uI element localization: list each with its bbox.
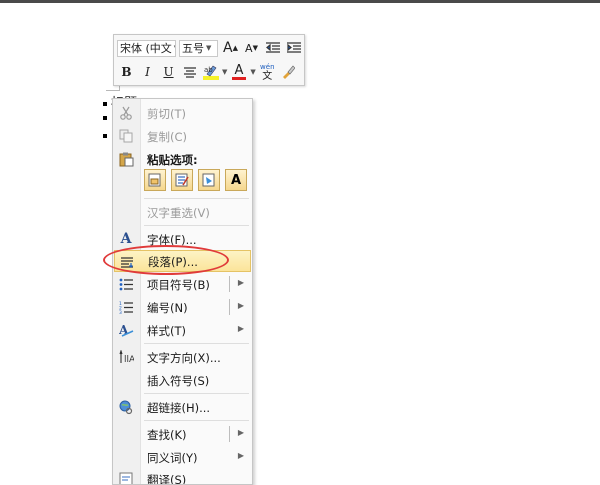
styles-icon: A (118, 322, 134, 338)
menu-separator (144, 198, 249, 199)
chevron-down-icon[interactable]: ▼ (222, 68, 227, 76)
menu-item-paste-options: 粘贴选项: (113, 148, 252, 170)
menu-item-label: 编号(N) (147, 301, 188, 315)
font-color-icon: A (234, 62, 244, 78)
menu-item-label: 同义词(Y) (147, 451, 198, 465)
menu-item-label: 翻译(S) (147, 473, 187, 485)
decrease-indent-icon (265, 42, 280, 53)
menu-item-label: 汉字重选(V) (147, 206, 210, 220)
font-color-button[interactable]: A (229, 63, 248, 81)
font-size-value: 五号 (182, 42, 204, 55)
phonetic-guide-char: 文 (262, 71, 273, 82)
menu-item-find[interactable]: 查找(K) ▶ (113, 423, 252, 445)
merge-formatting-icon[interactable] (171, 169, 193, 191)
submenu-arrow-icon[interactable]: ▶ (238, 428, 244, 437)
svg-text:llA: llA (124, 355, 134, 364)
menu-item-styles[interactable]: A 样式(T) ▶ (113, 319, 252, 341)
italic-button[interactable]: I (138, 63, 157, 81)
svg-text:ab: ab (204, 66, 213, 74)
submenu-split-divider (229, 276, 230, 292)
menu-separator (144, 225, 249, 226)
menu-item-label: 项目符号(B) (147, 278, 210, 292)
chevron-down-icon: ▼ (206, 44, 212, 52)
menu-separator (144, 343, 249, 344)
font-color-swatch (231, 76, 246, 80)
menu-item-cut[interactable]: 剪切(T) (113, 102, 252, 124)
underline-button[interactable]: U (159, 63, 178, 81)
submenu-split-divider (229, 299, 230, 315)
center-align-button[interactable] (180, 63, 199, 81)
menu-item-synonyms[interactable]: 同义词(Y) ▶ (113, 446, 252, 468)
bullet-mark (103, 133, 107, 138)
menu-item-reconvert[interactable]: 汉字重选(V) (113, 201, 252, 223)
menu-item-numbering[interactable]: 123 编号(N) ▶ (113, 296, 252, 318)
submenu-arrow-icon[interactable]: ▶ (238, 451, 244, 460)
increase-indent-button[interactable] (284, 39, 303, 57)
keep-text-only-icon[interactable]: A (225, 169, 247, 191)
keep-source-formatting-icon[interactable] (144, 169, 166, 191)
format-painter-button[interactable] (279, 63, 298, 81)
menu-item-translate[interactable]: 翻译(S) (113, 468, 252, 485)
document-line-2[interactable] (103, 110, 111, 125)
hyperlink-icon (118, 399, 134, 415)
menu-item-text-direction[interactable]: llA 文字方向(X)... (113, 346, 252, 368)
menu-item-label: 样式(T) (147, 324, 186, 338)
font-name-value: 宋体 (中文 (120, 42, 172, 55)
menu-item-label: 粘贴选项: (147, 153, 198, 167)
numbering-icon: 123 (118, 299, 134, 315)
italic-label: I (145, 65, 150, 79)
paste-options-row: A (144, 169, 247, 191)
mini-formatting-toolbar: 宋体 (中文▼ 五号▼ A▲ A▼ B I U ab ▼ A ▼ wén 文 (113, 34, 305, 86)
increase-indent-icon (286, 42, 301, 53)
submenu-arrow-icon[interactable]: ▶ (238, 324, 244, 333)
bold-button[interactable]: B (117, 63, 136, 81)
bold-label: B (121, 65, 132, 79)
text-only-glyph: A (230, 172, 242, 188)
grow-font-button[interactable]: A ▲ (221, 39, 240, 57)
chevron-down-icon[interactable]: ▼ (250, 68, 255, 76)
scissors-icon (118, 105, 134, 121)
font-icon: A (120, 231, 132, 247)
underline-label: U (163, 65, 174, 79)
menu-item-hyperlink[interactable]: 超链接(H)... (113, 396, 252, 418)
font-size-combo[interactable]: 五号 ▼ (179, 39, 218, 57)
document-line-3[interactable] (103, 128, 111, 143)
format-painter-icon (283, 65, 296, 79)
phonetic-guide-button[interactable]: wén 文 (258, 63, 277, 82)
picture-icon[interactable] (198, 169, 220, 191)
menu-separator (144, 393, 249, 394)
context-menu: 剪切(T) 复制(C) 粘贴选项: A 汉字重选(V) A 字体(F)... 段… (112, 98, 253, 485)
menu-item-insert-symbol[interactable]: 插入符号(S) (113, 369, 252, 391)
submenu-arrow-icon[interactable]: ▶ (238, 301, 244, 310)
shrink-font-icon: A (245, 41, 253, 55)
font-name-combo[interactable]: 宋体 (中文▼ (117, 39, 176, 57)
bullet-mark (103, 115, 107, 120)
highlighter-icon: ab (202, 65, 219, 80)
highlight-button[interactable]: ab (201, 63, 220, 81)
bullet-mark (103, 101, 107, 106)
grow-font-icon: A (223, 40, 233, 56)
submenu-arrow-icon[interactable]: ▶ (238, 278, 244, 287)
menu-separator (144, 420, 249, 421)
menu-item-copy[interactable]: 复制(C) (113, 125, 252, 147)
shrink-font-button[interactable]: A ▼ (242, 39, 261, 57)
menu-item-bullets[interactable]: 项目符号(B) ▶ (113, 273, 252, 295)
submenu-split-divider (229, 426, 230, 442)
menu-item-label: 剪切(T) (147, 107, 186, 121)
center-align-icon (183, 66, 196, 78)
menu-item-label: 查找(K) (147, 428, 187, 442)
menu-item-label: 超链接(H)... (147, 401, 211, 415)
menu-item-label: 插入符号(S) (147, 374, 210, 388)
highlight-annotation-ellipse (103, 245, 229, 275)
menu-item-label: 复制(C) (147, 130, 188, 144)
chevron-down-icon: ▼ (174, 44, 175, 52)
decrease-indent-button[interactable] (263, 39, 282, 57)
copy-icon (118, 128, 134, 144)
bullets-icon (118, 276, 134, 292)
menu-item-label: 文字方向(X)... (147, 351, 221, 365)
paste-icon (118, 151, 134, 167)
svg-text:3: 3 (119, 310, 122, 314)
window-top-border (0, 0, 600, 3)
text-direction-icon: llA (118, 349, 134, 365)
